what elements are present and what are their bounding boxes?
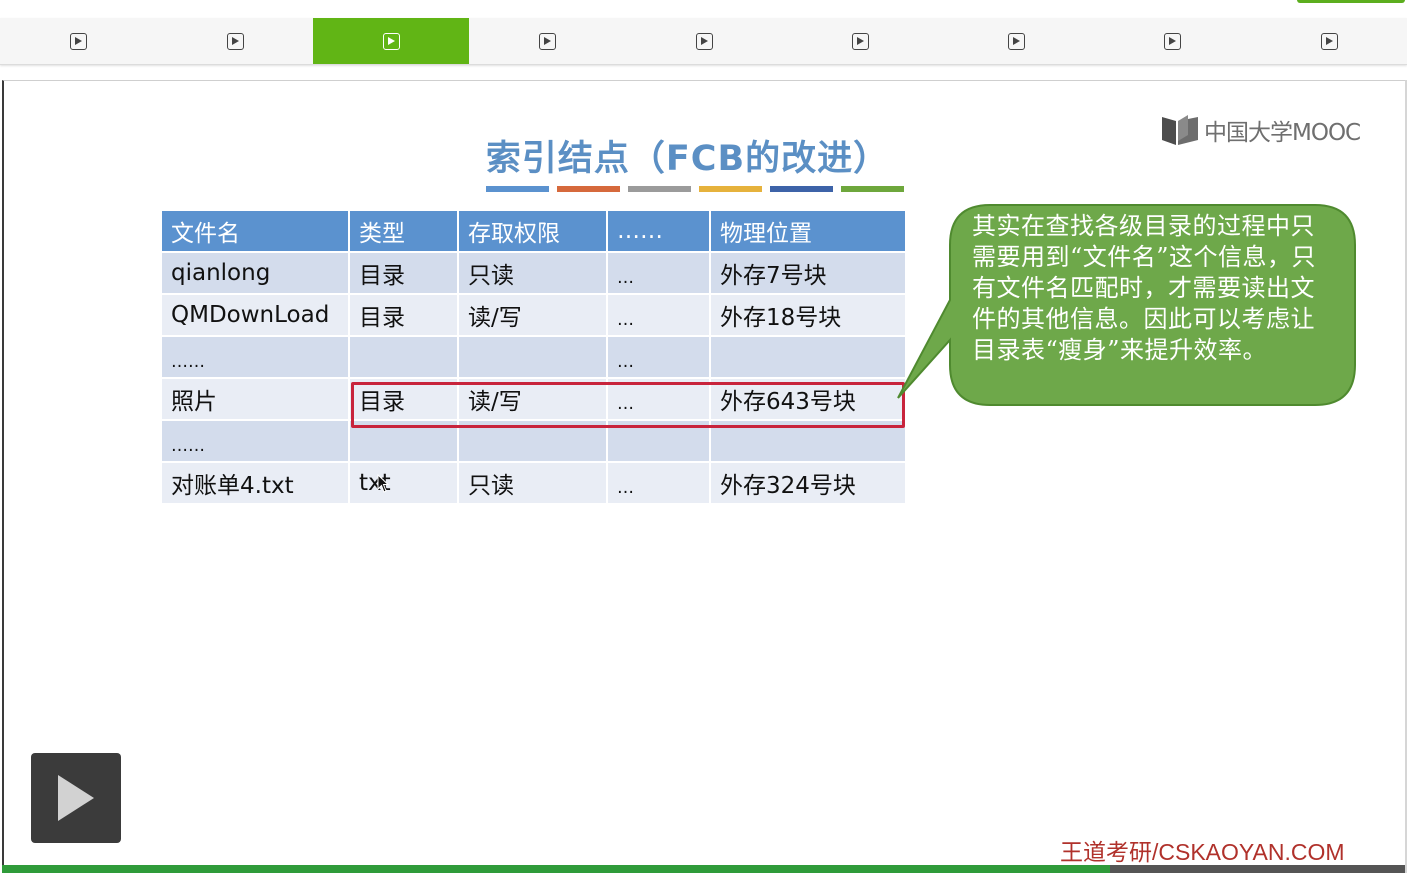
table-row: qianlong 目录 只读 … 外存7号块	[162, 253, 905, 293]
cell-permission: 只读	[459, 463, 606, 503]
title-bar-5	[770, 186, 833, 192]
segment-tab-8[interactable]	[1094, 18, 1250, 64]
title-bar-3	[628, 186, 691, 192]
play-icon	[1007, 32, 1025, 50]
cell-filename: qianlong	[162, 253, 348, 293]
segment-tab-9[interactable]	[1251, 18, 1407, 64]
cell-more: …	[608, 337, 709, 377]
cell-location: 外存7号块	[711, 253, 905, 293]
title-underline-bars	[486, 186, 906, 192]
table-row: …… …	[162, 337, 905, 377]
cell-location	[711, 421, 905, 461]
cell-type: 目录	[350, 253, 457, 293]
top-accent-bar	[1297, 0, 1405, 3]
cell-more	[608, 421, 709, 461]
cell-filename: ……	[162, 421, 348, 461]
cell-permission: 读/写	[459, 379, 606, 419]
segment-tab-4[interactable]	[469, 18, 625, 64]
progress-bar[interactable]	[2, 865, 1405, 873]
table-row: QMDownLoad 目录 读/写 … 外存18号块	[162, 295, 905, 335]
cell-type	[350, 337, 457, 377]
cell-more: …	[608, 253, 709, 293]
cell-location	[711, 337, 905, 377]
mooc-logo-text: 中国大学MOOC	[1204, 120, 1361, 146]
cell-filename: 照片	[162, 379, 348, 419]
cell-more: …	[608, 463, 709, 503]
header-location: 物理位置	[711, 211, 905, 251]
cell-more: …	[608, 379, 709, 419]
title-bar-1	[486, 186, 549, 192]
table-row: 照片 目录 读/写 … 外存643号块	[162, 379, 905, 419]
cell-permission	[459, 421, 606, 461]
fcb-table: 文件名 类型 存取权限 …… 物理位置 qianlong 目录 只读 … 外存7…	[160, 209, 907, 505]
play-icon	[69, 32, 87, 50]
header-type: 类型	[350, 211, 457, 251]
segment-tab-3[interactable]	[313, 18, 469, 64]
play-icon	[538, 32, 556, 50]
play-icon	[382, 32, 400, 50]
mooc-logo: 中国大学MOOC	[1160, 112, 1370, 148]
segment-tab-2[interactable]	[157, 18, 313, 64]
segment-tab-6[interactable]	[782, 18, 938, 64]
header-permission: 存取权限	[459, 211, 606, 251]
play-icon	[226, 32, 244, 50]
segment-tab-5[interactable]	[626, 18, 782, 64]
title-bar-2	[557, 186, 620, 192]
table-row: ……	[162, 421, 905, 461]
cell-type	[350, 421, 457, 461]
progress-fill	[2, 865, 1111, 873]
title-bar-6	[841, 186, 904, 192]
cell-type: 目录	[350, 295, 457, 335]
play-button[interactable]	[31, 753, 121, 843]
cell-location: 外存324号块	[711, 463, 905, 503]
cell-filename: ……	[162, 337, 348, 377]
play-icon	[58, 775, 94, 821]
cell-filename: 对账单4.txt	[162, 463, 348, 503]
cell-permission: 读/写	[459, 295, 606, 335]
cell-more: …	[608, 295, 709, 335]
mouse-cursor-icon	[377, 474, 390, 493]
callout-text: 其实在查找各级目录的过程中只需要用到“文件名”这个信息，只有文件名匹配时，才需要…	[972, 212, 1317, 364]
segment-tab-7[interactable]	[938, 18, 1094, 64]
cell-type: txt	[350, 463, 457, 503]
cell-location: 外存18号块	[711, 295, 905, 335]
video-segment-tabs	[0, 18, 1407, 65]
mooc-book-icon	[1162, 115, 1198, 145]
cell-type: 目录	[350, 379, 457, 419]
segment-tab-1[interactable]	[0, 18, 156, 64]
title-bar-4	[699, 186, 762, 192]
watermark: 王道考研/CSKAOYAN.COM	[1060, 839, 1345, 865]
play-icon	[851, 32, 869, 50]
cell-permission	[459, 337, 606, 377]
play-icon	[1163, 32, 1181, 50]
table-row: 对账单4.txt txt 只读 … 外存324号块	[162, 463, 905, 503]
header-filename: 文件名	[162, 211, 348, 251]
play-icon	[1320, 32, 1338, 50]
cell-location: 外存643号块	[711, 379, 905, 419]
table-header-row: 文件名 类型 存取权限 …… 物理位置	[162, 211, 905, 251]
cell-permission: 只读	[459, 253, 606, 293]
cell-filename: QMDownLoad	[162, 295, 348, 335]
play-icon	[695, 32, 713, 50]
header-more: ……	[608, 211, 709, 251]
